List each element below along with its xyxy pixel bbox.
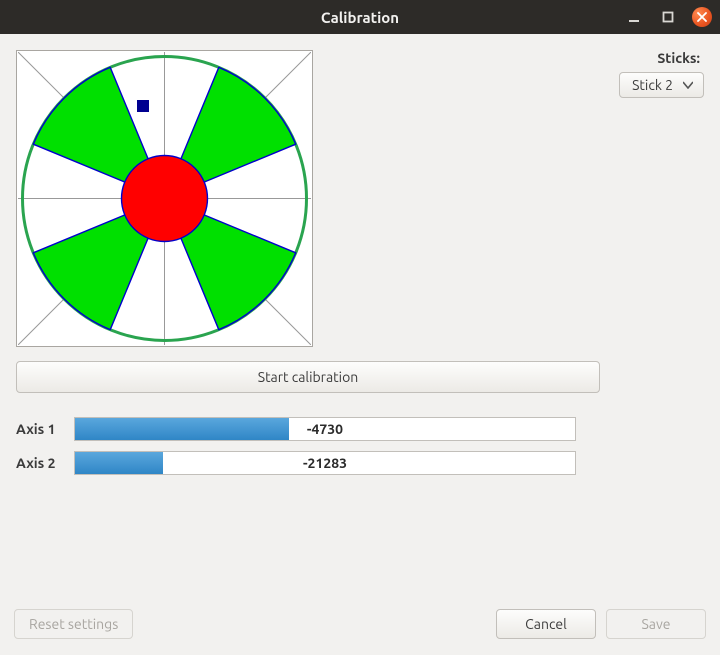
axis-row: Axis 2 -21283 (16, 451, 704, 475)
axis-fill (75, 418, 289, 440)
axis-fill (75, 452, 163, 474)
axes-list: Axis 1 -4730 Axis 2 -21283 (16, 417, 704, 475)
axis-label: Axis 2 (16, 455, 62, 471)
deadzone-circle (122, 156, 208, 242)
stick-visualizer (16, 50, 313, 347)
reset-settings-label: Reset settings (29, 616, 118, 632)
top-row: Sticks: Stick 2 (16, 50, 704, 347)
stick-position-marker (137, 100, 149, 112)
start-calibration-button[interactable]: Start calibration (16, 361, 600, 393)
axis-bar: -21283 (74, 451, 576, 475)
start-calibration-label: Start calibration (258, 369, 359, 385)
window-controls (624, 0, 712, 34)
save-button[interactable]: Save (606, 609, 706, 639)
minimize-icon[interactable] (624, 7, 644, 27)
sticks-dropdown-value: Stick 2 (632, 77, 673, 93)
axis-row: Axis 1 -4730 (16, 417, 704, 441)
cancel-label: Cancel (525, 616, 567, 632)
client-area: Sticks: Stick 2 Start calibration Axis 1… (0, 34, 720, 655)
titlebar: Calibration (0, 0, 720, 34)
cancel-button[interactable]: Cancel (496, 609, 596, 639)
window-title: Calibration (321, 9, 399, 26)
footer-left: Reset settings (14, 609, 133, 639)
sticks-label: Sticks: (619, 50, 704, 66)
axis-label: Axis 1 (16, 421, 62, 437)
maximize-icon[interactable] (658, 7, 678, 27)
stick-visualizer-svg (18, 52, 311, 345)
save-label: Save (641, 616, 670, 632)
sticks-selector-group: Sticks: Stick 2 (619, 50, 704, 98)
footer-right: Cancel Save (496, 609, 706, 639)
sticks-dropdown[interactable]: Stick 2 (619, 72, 704, 98)
close-icon[interactable] (692, 7, 712, 27)
reset-settings-button[interactable]: Reset settings (14, 609, 133, 639)
chevron-down-icon (683, 81, 693, 89)
axis-bar: -4730 (74, 417, 576, 441)
footer: Reset settings Cancel Save (14, 609, 706, 639)
